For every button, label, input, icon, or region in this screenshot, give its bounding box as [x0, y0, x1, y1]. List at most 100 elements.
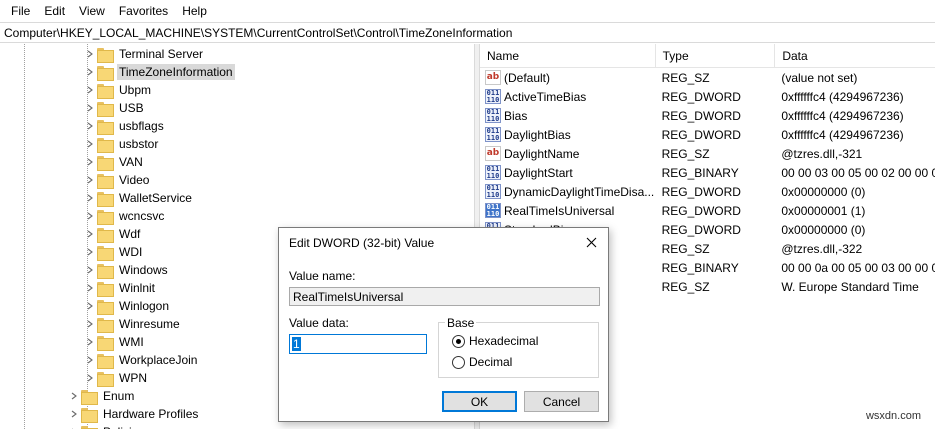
folder-icon: [97, 371, 114, 387]
chevron-right-icon[interactable]: [85, 279, 95, 297]
cell-name: 011 110 ActiveTimeBias: [480, 89, 656, 104]
cell-type: REG_SZ: [661, 70, 710, 85]
chevron-right-icon[interactable]: [85, 351, 95, 369]
value-data-label: Value data:: [289, 316, 349, 330]
chevron-right-icon[interactable]: [85, 225, 95, 243]
cancel-button[interactable]: Cancel: [524, 391, 599, 412]
tree-node[interactable]: TimeZoneInformation: [85, 63, 235, 81]
cell-data: 0xffffffc4 (4294967236): [781, 108, 904, 123]
menu-file[interactable]: File: [4, 4, 37, 18]
cell-name: 011 110 DaylightBias: [480, 127, 656, 142]
tree-node[interactable]: Winresume: [85, 315, 182, 333]
tree-node[interactable]: WorkplaceJoin: [85, 351, 199, 369]
menu-favorites[interactable]: Favorites: [112, 4, 175, 18]
folder-icon: [97, 65, 114, 81]
chevron-right-icon[interactable]: [85, 297, 95, 315]
cell-type: REG_SZ: [661, 279, 710, 294]
binary-value-icon: 011110: [485, 127, 501, 142]
tree-node-label: Winlogon: [119, 299, 170, 313]
chevron-right-icon[interactable]: [85, 63, 95, 81]
menu-view[interactable]: View: [72, 4, 112, 18]
list-row[interactable]: 011 110 DaylightBias REG_DWORD 0xffffffc4 (4…: [480, 125, 935, 144]
tree-node[interactable]: USB: [85, 99, 146, 117]
chevron-right-icon[interactable]: [85, 369, 95, 387]
value-data-input[interactable]: 1: [289, 334, 427, 354]
tree-node[interactable]: Wdf: [85, 225, 142, 243]
tree-node[interactable]: Winlogon: [85, 297, 171, 315]
chevron-right-icon[interactable]: [69, 423, 79, 429]
list-row[interactable]: 011 110 RealTimeIsUniversal REG_DWORD 0x0000…: [480, 201, 935, 220]
string-value-icon: ab: [485, 146, 501, 161]
cell-type: REG_BINARY: [661, 165, 739, 180]
cell-type: REG_SZ: [661, 241, 710, 256]
chevron-right-icon[interactable]: [85, 153, 95, 171]
tree-node-label: Terminal Server: [119, 47, 204, 61]
menu-help[interactable]: Help: [175, 4, 214, 18]
chevron-right-icon[interactable]: [85, 261, 95, 279]
chevron-right-icon[interactable]: [85, 117, 95, 135]
tree-node[interactable]: Ubpm: [85, 81, 153, 99]
column-header-data[interactable]: Data: [775, 44, 935, 68]
chevron-right-icon[interactable]: [85, 207, 95, 225]
chevron-right-icon[interactable]: [85, 243, 95, 261]
tree-node[interactable]: Windows: [85, 261, 170, 279]
folder-icon: [97, 335, 114, 351]
value-data-text: 1: [292, 337, 301, 351]
list-row[interactable]: ab (Default) REG_SZ (value not set): [480, 68, 935, 87]
chevron-right-icon[interactable]: [85, 135, 95, 153]
chevron-right-icon[interactable]: [85, 171, 95, 189]
tree-node[interactable]: WPN: [85, 369, 149, 387]
value-name-text: RealTimeIsUniversal: [293, 289, 404, 304]
list-row[interactable]: 011 110 DynamicDaylightTimeDisa... REG_DWOR…: [480, 182, 935, 201]
tree-node[interactable]: Enum: [69, 387, 136, 405]
value-name: DaylightName: [504, 146, 580, 161]
chevron-right-icon[interactable]: [69, 387, 79, 405]
cell-type: REG_DWORD: [661, 203, 741, 218]
tree-node[interactable]: Video: [85, 171, 151, 189]
cell-data: 0xffffffc4 (4294967236): [781, 89, 904, 104]
tree-node-label: WorkplaceJoin: [119, 353, 198, 367]
list-row[interactable]: ab DaylightName REG_SZ @tzres.dll,-321: [480, 144, 935, 163]
address-bar[interactable]: Computer\HKEY_LOCAL_MACHINE\SYSTEM\Curre…: [0, 22, 935, 43]
tree-node[interactable]: Terminal Server: [85, 45, 205, 63]
ok-button[interactable]: OK: [442, 391, 517, 412]
tree-node[interactable]: WDI: [85, 243, 144, 261]
chevron-right-icon[interactable]: [85, 333, 95, 351]
tree-node[interactable]: WalletService: [85, 189, 194, 207]
list-row[interactable]: 011 110 ActiveTimeBias REG_DWORD 0xffffffc4 …: [480, 87, 935, 106]
list-row[interactable]: 011 110 DaylightStart REG_BINARY 00 00 03 00…: [480, 163, 935, 182]
tree-node[interactable]: wcncsvc: [85, 207, 166, 225]
address-path: Computer\HKEY_LOCAL_MACHINE\SYSTEM\Curre…: [4, 25, 513, 40]
tree-node[interactable]: usbflags: [85, 117, 166, 135]
chevron-right-icon[interactable]: [85, 189, 95, 207]
cell-name: 011 110 DynamicDaylightTimeDisa...: [480, 184, 656, 199]
column-header-name[interactable]: Name: [480, 44, 656, 68]
tree-node[interactable]: VAN: [85, 153, 145, 171]
cell-type: REG_DWORD: [661, 222, 741, 237]
chevron-right-icon[interactable]: [69, 405, 79, 423]
menu-edit[interactable]: Edit: [37, 4, 72, 18]
folder-icon: [97, 155, 114, 171]
column-header-type[interactable]: Type: [656, 44, 776, 68]
list-row[interactable]: 011 110 Bias REG_DWORD 0xffffffc4 (429496723…: [480, 106, 935, 125]
chevron-right-icon[interactable]: [85, 99, 95, 117]
tree-node[interactable]: Hardware Profiles: [69, 405, 200, 423]
chevron-right-icon[interactable]: [85, 45, 95, 63]
tree-node[interactable]: usbstor: [85, 135, 160, 153]
tree-node-label: TimeZoneInformation: [117, 64, 235, 80]
binary-value-icon: 011110: [485, 165, 501, 180]
decimal-label: Decimal: [469, 355, 513, 369]
close-button[interactable]: [580, 232, 602, 252]
tree-node[interactable]: Winlnit: [85, 279, 157, 297]
decimal-radio[interactable]: Decimal: [452, 355, 512, 369]
tree-node-label: Windows: [119, 263, 168, 277]
hexadecimal-radio[interactable]: Hexadecimal: [452, 334, 538, 348]
string-value-icon: ab: [485, 70, 501, 85]
chevron-right-icon[interactable]: [85, 315, 95, 333]
chevron-right-icon[interactable]: [85, 81, 95, 99]
cell-type: REG_DWORD: [661, 184, 741, 199]
tree-node[interactable]: Policies: [69, 423, 146, 429]
binary-value-icon: 011110: [485, 108, 501, 123]
value-name: DynamicDaylightTimeDisa...: [504, 184, 655, 199]
tree-node[interactable]: WMI: [85, 333, 146, 351]
